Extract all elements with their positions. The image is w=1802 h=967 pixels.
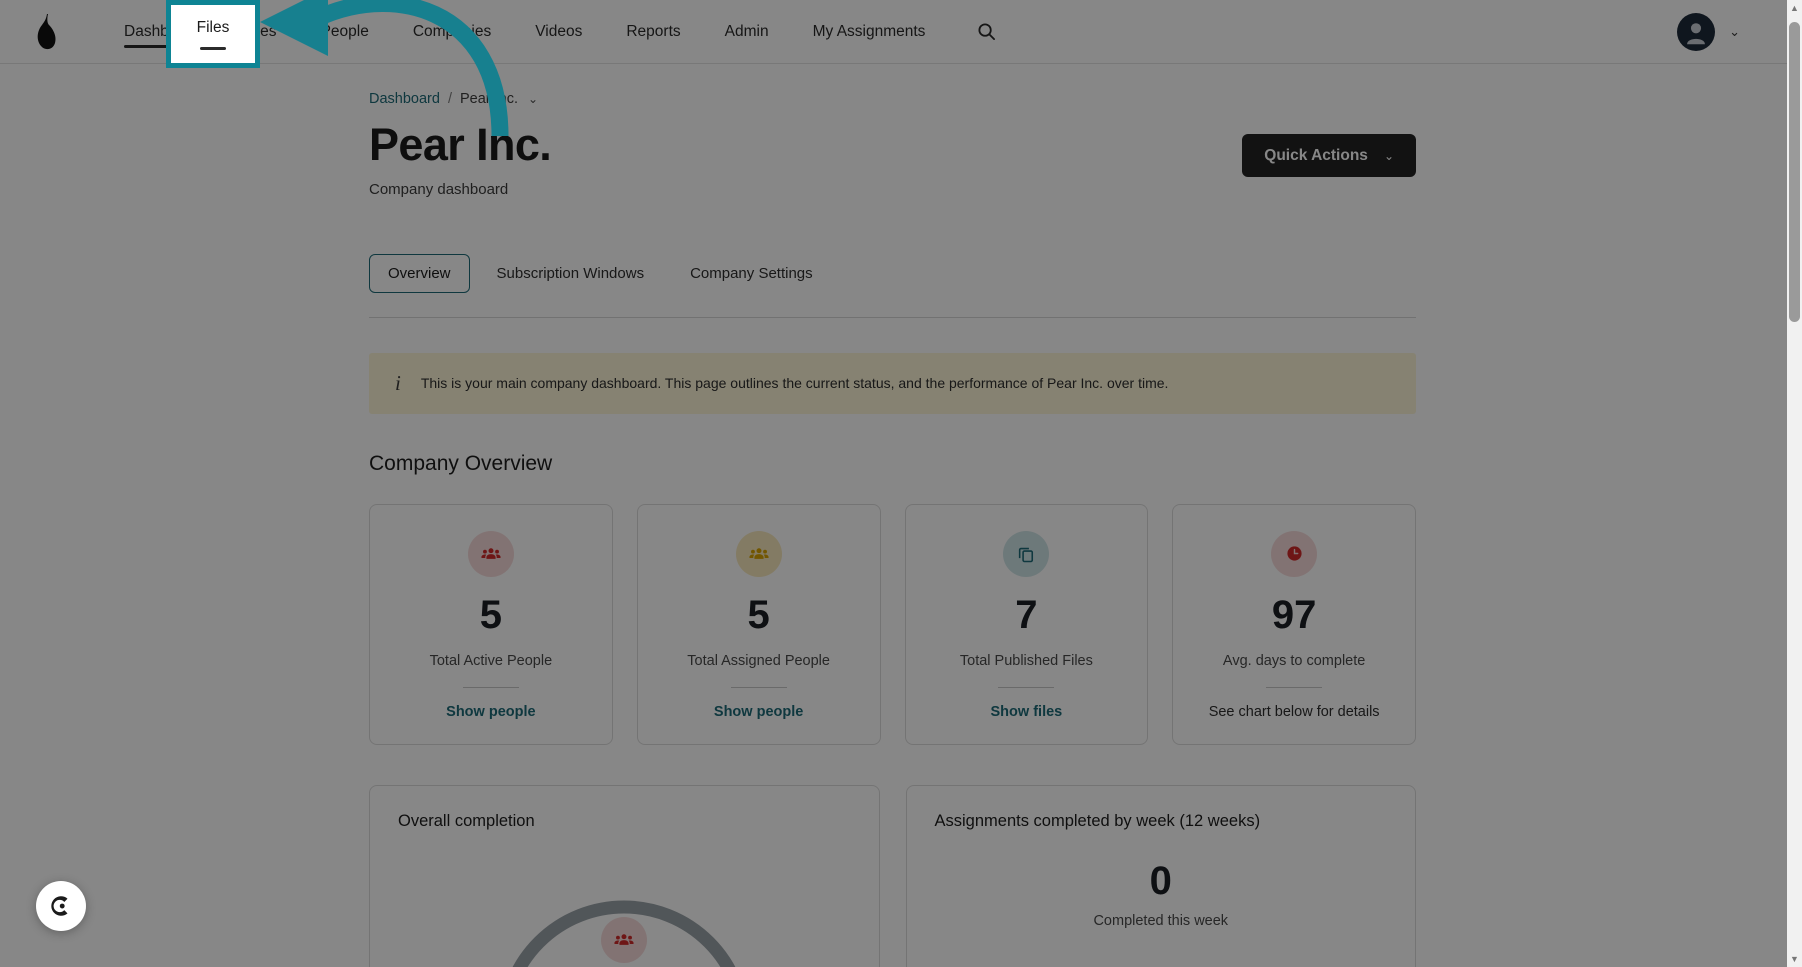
nav-item-label: Reports: [626, 22, 681, 40]
page-section-title: Company Overview: [369, 451, 553, 475]
info-banner-text: This is your main company dashboard. Thi…: [420, 375, 1169, 392]
stat-card-total-published-files: 7 Total Published Files Show files: [904, 503, 1149, 745]
people-group-icon: [601, 916, 648, 963]
account-area: ⌄: [1677, 12, 1776, 51]
chart-card-assignments-by-week: Assignments completed by week (12 weeks)…: [905, 784, 1416, 967]
nav-active-underline: [124, 44, 200, 48]
overall-completion-gauge: [398, 857, 851, 967]
chevron-down-icon[interactable]: ⌄: [1729, 25, 1740, 38]
stat-card-total-assigned-people: 5 Total Assigned People Show people: [636, 503, 881, 745]
page-title: Pear Inc.: [369, 119, 552, 170]
company-overview-stat-grid: 5 Total Active People Show people 5 Tota…: [369, 503, 1416, 745]
stat-card-total-active-people: 5 Total Active People Show people: [369, 503, 613, 745]
show-files-link[interactable]: Show files: [991, 704, 1063, 720]
stat-value: 5: [747, 592, 770, 637]
nav-item-admin[interactable]: Admin: [703, 0, 791, 64]
show-people-link[interactable]: Show people: [714, 704, 803, 720]
breadcrumb-separator: /: [447, 91, 452, 107]
page-header-text: Pear Inc. Company dashboard: [369, 119, 552, 198]
stat-value: 5: [479, 592, 502, 637]
stat-label: Total Assigned People: [687, 652, 830, 669]
clock-icon: [1271, 530, 1318, 577]
nav-item-files[interactable]: Files: [222, 0, 299, 64]
chart-title: Overall completion: [398, 811, 535, 830]
nav-item-label: Admin: [724, 22, 769, 40]
stat-card-rule: [998, 686, 1055, 688]
chat-support-icon[interactable]: [36, 881, 86, 931]
chevron-down-icon[interactable]: ⌄: [528, 92, 538, 106]
pear-logo[interactable]: [26, 10, 66, 54]
nav-items-list: Dashboard Files People Companies Videos …: [102, 0, 1003, 64]
page-scrollbar[interactable]: ▲ ▼: [1787, 0, 1802, 967]
weekly-completed-label: Completed this week: [1093, 912, 1229, 929]
nav-item-people[interactable]: People: [299, 0, 391, 64]
charts-grid: Overall completion Assignments completed…: [369, 784, 1416, 967]
nav-item-companies[interactable]: Companies: [391, 0, 513, 64]
people-group-icon: [735, 530, 782, 577]
search-icon[interactable]: [969, 15, 1003, 49]
nav-item-my-assignments[interactable]: My Assignments: [791, 0, 948, 64]
nav-item-reports[interactable]: Reports: [604, 0, 702, 64]
quick-actions-button[interactable]: Quick Actions ⌄: [1242, 134, 1416, 177]
stat-label: Total Active People: [429, 652, 553, 669]
info-icon: i: [395, 370, 401, 395]
weekly-completed-stat: 0 Completed this week: [935, 861, 1388, 929]
scroll-down-arrow-icon[interactable]: ▼: [1787, 951, 1802, 967]
quick-actions-label: Quick Actions: [1264, 146, 1368, 164]
nav-item-label: Companies: [412, 22, 492, 40]
stat-label: Avg. days to complete: [1222, 652, 1366, 669]
stat-card-avg-days-to-complete: 97 Avg. days to complete See chart below…: [1172, 503, 1416, 745]
scrollbar-thumb[interactable]: [1789, 22, 1800, 322]
stat-card-rule: [462, 686, 519, 688]
stat-value: 97: [1271, 592, 1317, 637]
scroll-up-arrow-icon[interactable]: ▲: [1787, 0, 1802, 16]
nav-item-label: Dashboard: [124, 22, 200, 40]
nav-item-label: My Assignments: [812, 22, 926, 40]
nav-item-label: Videos: [535, 22, 583, 40]
nav-item-dashboard[interactable]: Dashboard: [102, 0, 222, 64]
people-group-icon: [467, 530, 514, 577]
breadcrumb-dashboard-link[interactable]: Dashboard: [369, 91, 440, 107]
page-subtitle: Company dashboard: [369, 180, 509, 198]
info-banner: i This is your main company dashboard. T…: [369, 352, 1416, 414]
nav-item-label: People: [320, 22, 369, 40]
page-header-row: Pear Inc. Company dashboard Quick Action…: [369, 119, 1416, 198]
app-root: Dashboard Files People Companies Videos …: [0, 0, 1802, 967]
nav-item-videos[interactable]: Videos: [513, 0, 604, 64]
copy-files-icon: [1003, 530, 1050, 577]
section-divider: [369, 316, 1416, 318]
stat-card-rule: [1266, 686, 1323, 688]
tab-bar: Overview Subscription Windows Company Se…: [369, 253, 1416, 293]
tab-overview[interactable]: Overview: [369, 253, 470, 293]
see-chart-note: See chart below for details: [1208, 703, 1380, 720]
tab-company-settings[interactable]: Company Settings: [671, 254, 832, 293]
stat-card-rule: [730, 686, 787, 688]
nav-item-label: Files: [243, 22, 277, 40]
stat-label: Total Published Files: [959, 652, 1093, 669]
chart-card-overall-completion: Overall completion: [369, 784, 880, 967]
weekly-completed-value: 0: [1149, 858, 1172, 903]
chevron-down-icon: ⌄: [1383, 148, 1394, 163]
stat-value: 7: [1015, 592, 1038, 637]
avatar[interactable]: [1677, 12, 1716, 51]
tab-subscription-windows[interactable]: Subscription Windows: [478, 254, 664, 293]
breadcrumb: Dashboard / Pear Inc. ⌄: [369, 91, 1416, 107]
show-people-link[interactable]: Show people: [446, 704, 535, 720]
chart-title: Assignments completed by week (12 weeks): [934, 811, 1261, 830]
main-content: Dashboard / Pear Inc. ⌄ Pear Inc. Compan…: [0, 91, 1802, 967]
breadcrumb-current-company[interactable]: Pear Inc.: [460, 91, 518, 107]
top-navigation-bar: Dashboard Files People Companies Videos …: [0, 0, 1802, 64]
